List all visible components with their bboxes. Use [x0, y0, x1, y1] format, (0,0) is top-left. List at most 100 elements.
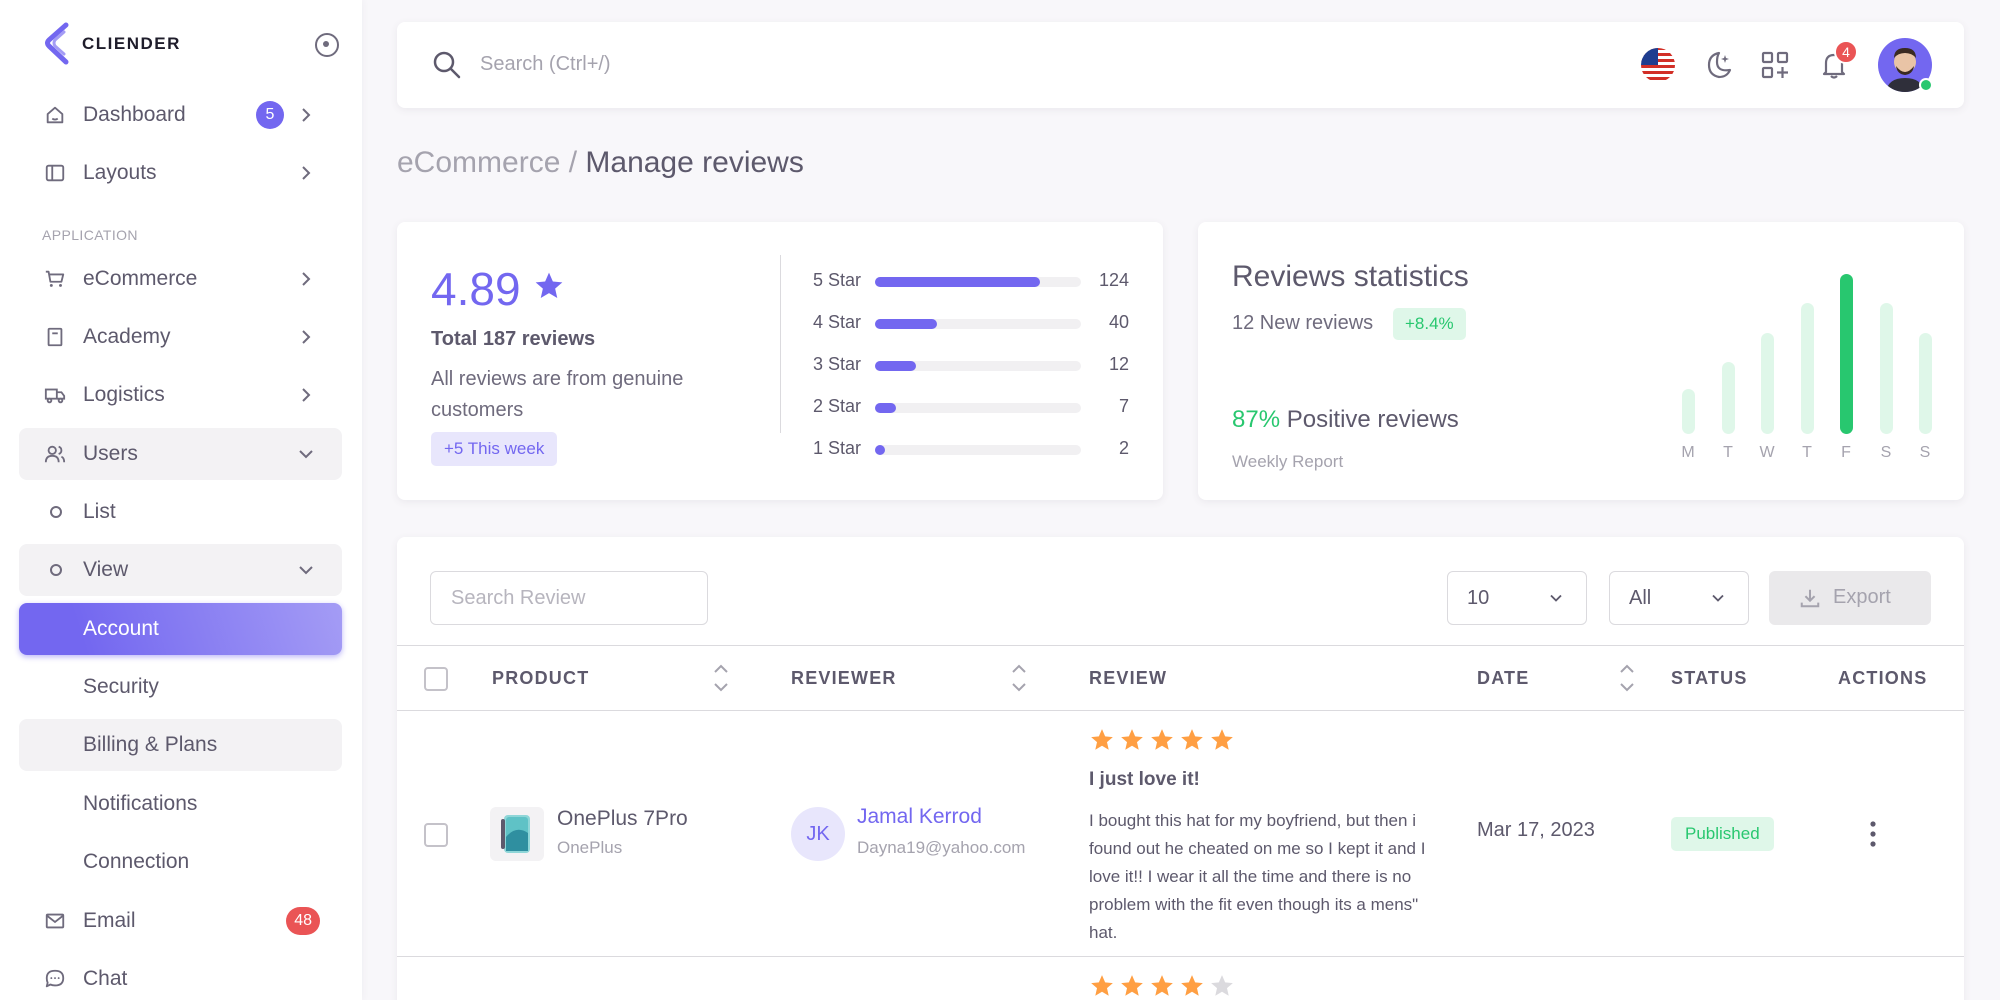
global-search-input[interactable]: Search (Ctrl+/) [480, 53, 611, 76]
sidebar-item-label: Security [83, 675, 159, 698]
header-reviewer[interactable]: REVIEWER [791, 668, 897, 689]
status-filter-select[interactable]: All [1609, 571, 1749, 625]
rating-progress-fill [875, 445, 886, 455]
select-value: All [1629, 587, 1652, 609]
breadcrumb-parent[interactable]: eCommerce / [397, 146, 577, 179]
online-status-dot [1919, 78, 1933, 92]
change-chip: +8.4% [1393, 308, 1466, 340]
star-filled-icon [1181, 729, 1203, 750]
weekly-bar [1880, 303, 1893, 434]
reviewer-name[interactable]: Jamal Kerrod [857, 805, 982, 829]
star-label: 3 Star [813, 354, 862, 374]
table-row [397, 957, 1964, 1000]
product-name[interactable]: OnePlus 7Pro [557, 807, 688, 831]
sidebar-item-notifications[interactable]: Notifications [19, 778, 342, 830]
weekly-bar [1801, 303, 1814, 434]
sidebar-item-billing[interactable]: Billing & Plans [19, 719, 342, 771]
sidebar-item-chat[interactable]: Chat [19, 953, 342, 1000]
star-filled-icon [1121, 975, 1143, 996]
chevron-right-icon [302, 330, 311, 344]
header-date[interactable]: DATE [1477, 668, 1529, 689]
total-reviews: Total 187 reviews [431, 328, 596, 350]
section-header-application: APPLICATION [42, 227, 138, 243]
select-value: 10 [1467, 587, 1490, 609]
sidebar-item-label: eCommerce [83, 267, 198, 290]
product-image [490, 807, 544, 861]
rating-stars [1089, 727, 1235, 755]
sidebar-item-label: Academy [83, 325, 171, 348]
notification-count-badge: 4 [1834, 40, 1858, 64]
weekly-report-label: Weekly Report [1232, 452, 1344, 471]
review-title: I just love it! [1089, 769, 1200, 790]
chevron-down-icon [299, 450, 313, 459]
positive-reviews: 87% Positive reviews [1232, 406, 1459, 434]
brand-name: CLIENDER [82, 34, 181, 53]
layout-icon [45, 164, 65, 182]
row-checkbox[interactable] [424, 823, 448, 847]
sidebar-item-layouts[interactable]: Layouts [19, 147, 342, 199]
product-brand: OnePlus [557, 838, 623, 857]
reviews-statistics-card: Reviews statistics 12 New reviews +8.4% … [1198, 222, 1964, 500]
moon-icon[interactable] [1699, 47, 1735, 83]
table-row: OnePlus 7Pro OnePlus JK Jamal Kerrod Day… [397, 711, 1964, 957]
sort-icon[interactable] [712, 660, 730, 696]
sidebar-item-users[interactable]: Users [19, 428, 342, 480]
more-vertical-icon[interactable] [1869, 819, 1877, 849]
header-actions: ACTIONS [1838, 668, 1928, 688]
sidebar-toggle-icon[interactable] [315, 33, 339, 57]
sort-icon[interactable] [1618, 660, 1636, 696]
chevron-right-icon [302, 108, 311, 122]
sidebar-item-label: Logistics [83, 383, 165, 406]
reviews-table-card: 10 All Export PRODUCT REVIEWER REVIEW DA… [397, 537, 1964, 1000]
star-empty-icon [1211, 975, 1233, 996]
chevron-right-icon [302, 388, 311, 402]
star-filled-icon [1181, 975, 1203, 996]
sidebar-item-academy[interactable]: Academy [19, 311, 342, 363]
header-product[interactable]: PRODUCT [492, 668, 589, 689]
export-button[interactable]: Export [1769, 571, 1931, 625]
page-size-select[interactable]: 10 [1447, 571, 1587, 625]
brand-logo[interactable]: CLIENDER [44, 22, 181, 66]
star-count: 7 [1118, 396, 1129, 416]
us-flag-icon[interactable] [1640, 47, 1676, 83]
star-filled-icon [1091, 729, 1113, 750]
apps-grid-icon[interactable] [1757, 47, 1793, 83]
sidebar: CLIENDER Dashboard 5 Layouts APPLICATION… [0, 0, 362, 1000]
sidebar-item-account[interactable]: Account [19, 603, 342, 655]
weekly-bar [1919, 333, 1932, 434]
sidebar-item-logistics[interactable]: Logistics [19, 369, 342, 421]
circle-icon [50, 506, 62, 518]
chat-icon [45, 969, 65, 988]
sidebar-item-label: Notifications [83, 792, 198, 815]
search-icon[interactable] [431, 49, 463, 81]
header-review: REVIEW [1089, 668, 1168, 688]
divider [780, 255, 781, 433]
page-title: Manage reviews [585, 146, 804, 179]
day-label: M [1681, 444, 1695, 461]
sidebar-item-security[interactable]: Security [19, 661, 342, 713]
chevron-right-icon [302, 272, 311, 286]
status-badge: Published [1671, 817, 1774, 851]
star-filled-icon [1151, 729, 1173, 750]
sort-icon[interactable] [1010, 660, 1028, 696]
truck-icon [44, 388, 66, 404]
search-review-input[interactable] [430, 571, 708, 625]
weekly-chip: +5 This week [431, 432, 558, 466]
sidebar-item-dashboard[interactable]: Dashboard 5 [19, 89, 342, 141]
select-all-checkbox[interactable] [424, 667, 448, 691]
reviewer-email: Dayna19@yahoo.com [857, 838, 1026, 857]
rating-progress-fill [875, 319, 937, 329]
rating-stars [1089, 973, 1235, 1000]
sidebar-item-label: Connection [83, 850, 190, 873]
chevron-down-icon [299, 566, 313, 575]
sidebar-item-list[interactable]: List [19, 486, 342, 538]
sidebar-item-email[interactable]: Email 48 [19, 895, 342, 947]
sidebar-item-view[interactable]: View [19, 544, 342, 596]
breadcrumb: eCommerce / Manage reviews [397, 146, 804, 180]
rating-progress-fill [875, 403, 896, 413]
sidebar-item-ecommerce[interactable]: eCommerce [19, 253, 342, 305]
star-distribution-row: 5 Star 124 [813, 270, 1153, 294]
sidebar-item-connection[interactable]: Connection [19, 836, 342, 888]
star-label: 4 Star [813, 312, 862, 332]
weekly-bar [1722, 362, 1735, 434]
